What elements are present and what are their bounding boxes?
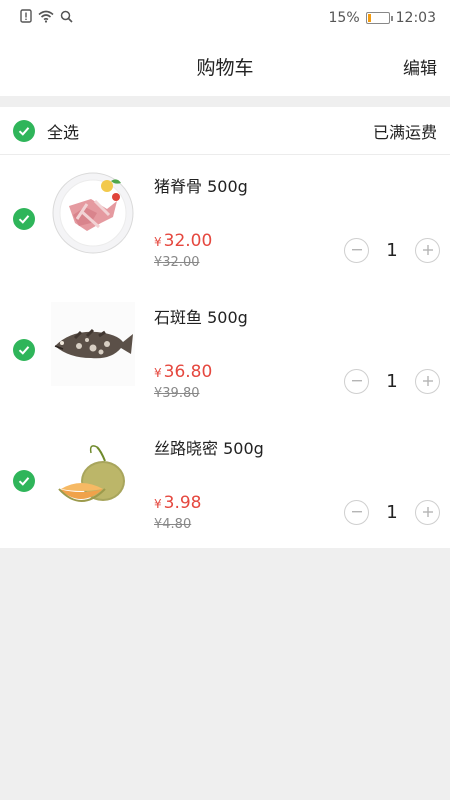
product-image-grouper[interactable] [51, 302, 135, 386]
quantity-value: 1 [386, 239, 398, 261]
original-price: ¥32.00 [154, 255, 200, 270]
page-title: 购物车 [196, 56, 254, 79]
product-name: 石斑鱼 500g [154, 308, 248, 327]
minus-icon [351, 380, 362, 382]
item-checkbox[interactable] [13, 339, 35, 361]
price-value: 3.98 [163, 493, 202, 513]
check-icon [18, 477, 30, 486]
status-right: 15% 12:03 [329, 10, 436, 26]
original-price: ¥39.80 [154, 386, 200, 401]
quantity-stepper: 1 [344, 499, 440, 525]
cart-item: 猪脊骨 500g ¥32.00 ¥32.00 1 [0, 155, 450, 286]
increase-button[interactable] [415, 499, 440, 525]
minus-icon [351, 511, 362, 513]
check-icon [18, 126, 30, 136]
decrease-button[interactable] [344, 237, 369, 263]
decrease-button[interactable] [344, 368, 369, 394]
quantity-stepper: 1 [344, 237, 440, 263]
quantity-value: 1 [386, 501, 398, 523]
product-name: 丝路晓密 500g [154, 439, 264, 458]
cart-item: 丝路晓密 500g ¥3.98 ¥4.80 1 [0, 417, 450, 548]
plus-icon [422, 376, 433, 386]
select-all-checkbox[interactable] [13, 119, 35, 142]
status-time: 12:03 [395, 10, 436, 26]
quantity-stepper: 1 [344, 368, 440, 394]
status-left [20, 9, 73, 27]
increase-button[interactable] [415, 368, 440, 394]
currency-symbol: ¥ [154, 497, 162, 511]
status-bar: 15% 12:03 [0, 0, 450, 36]
cart-list: 猪脊骨 500g ¥32.00 ¥32.00 1 石斑鱼 500g ¥ 36.8… [0, 155, 450, 548]
plus-icon [422, 245, 433, 255]
quantity-value: 1 [386, 370, 398, 392]
currency-symbol: ¥ [154, 366, 162, 380]
plus-icon [422, 507, 433, 517]
alert-sim-icon [20, 9, 32, 27]
check-icon [18, 215, 30, 224]
currency-symbol: ¥ [154, 235, 162, 249]
product-image-melon[interactable] [51, 433, 135, 517]
product-price: ¥36.80 [154, 362, 212, 382]
search-icon [60, 10, 73, 27]
select-all-label: 全选 [47, 122, 80, 142]
original-price: ¥4.80 [154, 517, 192, 532]
shipping-status: 已满运费 [372, 122, 437, 142]
battery-level-fill [367, 14, 371, 22]
price-value: 32.00 [163, 231, 213, 251]
product-price: ¥3.98 [154, 493, 202, 513]
cart-item: 石斑鱼 500g ¥36.80 ¥39.80 1 [0, 286, 450, 417]
minus-icon [351, 249, 362, 251]
product-price: ¥32.00 [154, 231, 212, 251]
decrease-button[interactable] [344, 499, 369, 525]
item-checkbox[interactable] [13, 470, 35, 492]
product-name: 猪脊骨 500g [154, 177, 248, 196]
edit-button[interactable]: 编辑 [403, 54, 437, 79]
increase-button[interactable] [415, 237, 440, 263]
item-checkbox[interactable] [13, 208, 35, 230]
battery-icon [365, 12, 393, 24]
select-all-bar: 全选 已满运费 [0, 107, 450, 155]
price-value: 36.80 [163, 362, 213, 382]
wifi-icon [38, 10, 54, 27]
product-image-pork-spine[interactable] [51, 171, 135, 255]
battery-percent: 15% [328, 10, 360, 26]
check-icon [18, 346, 30, 355]
page-header: 购物车 编辑 [0, 36, 450, 96]
